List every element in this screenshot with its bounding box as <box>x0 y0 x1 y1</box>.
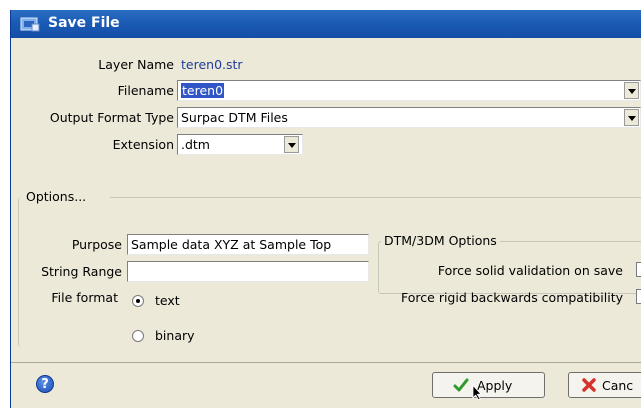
file-format-text-radio[interactable] <box>132 295 144 307</box>
layer-name-label: Layer Name <box>98 57 174 72</box>
options-group-title: Options... <box>23 189 90 204</box>
output-format-dropdown-icon[interactable] <box>624 109 639 126</box>
window-title: Save File <box>48 15 120 31</box>
purpose-label: Purpose <box>71 237 122 252</box>
extension-select[interactable]: .dtm <box>177 134 303 155</box>
purpose-input[interactable]: Sample data XYZ at Sample Top <box>127 234 369 255</box>
layer-name-value: teren0.str <box>181 57 243 72</box>
extension-dropdown-icon[interactable] <box>284 136 299 153</box>
string-range-input[interactable] <box>127 261 369 282</box>
dtm-options-title: DTM/3DM Options <box>381 233 500 248</box>
purpose-value: Sample data XYZ at Sample Top <box>131 237 332 252</box>
screenshot-margin-left <box>0 0 10 408</box>
file-format-binary-radio[interactable] <box>132 330 144 342</box>
cancel-x-icon <box>582 378 596 392</box>
filename-input[interactable]: teren0 <box>181 83 225 98</box>
cancel-button[interactable]: Canc <box>568 372 641 398</box>
options-separator <box>110 197 641 198</box>
string-range-label: String Range <box>41 264 122 279</box>
filename-dropdown-icon[interactable] <box>624 82 639 99</box>
output-format-label: Output Format Type <box>49 110 174 125</box>
output-format-value: Surpac DTM Files <box>181 110 288 125</box>
force-rigid-checkbox[interactable] <box>636 289 641 304</box>
save-file-window-icon <box>20 17 40 32</box>
mouse-cursor-icon <box>472 384 483 401</box>
cancel-label: Canc <box>602 378 634 393</box>
checkmark-icon <box>453 378 469 392</box>
output-format-select[interactable]: Surpac DTM Files <box>177 107 641 128</box>
apply-button[interactable]: Apply <box>432 372 545 401</box>
force-rigid-label[interactable]: Force rigid backwards compatibility <box>380 290 623 305</box>
file-format-binary-label[interactable]: binary <box>155 328 195 343</box>
help-icon[interactable]: ? <box>36 375 54 393</box>
force-solid-checkbox[interactable] <box>636 262 641 277</box>
force-solid-label[interactable]: Force solid validation on save <box>380 263 623 278</box>
filename-combobox[interactable]: teren0 <box>177 80 641 101</box>
file-format-label: File format <box>51 290 118 305</box>
extension-label: Extension <box>112 137 174 152</box>
extension-value: .dtm <box>181 137 210 152</box>
file-format-text-label[interactable]: text <box>155 293 180 308</box>
button-bar-separator <box>10 362 641 363</box>
title-bar[interactable]: Save File <box>10 10 641 38</box>
filename-label: Filename <box>117 83 174 98</box>
screenshot-margin-top <box>0 0 641 10</box>
